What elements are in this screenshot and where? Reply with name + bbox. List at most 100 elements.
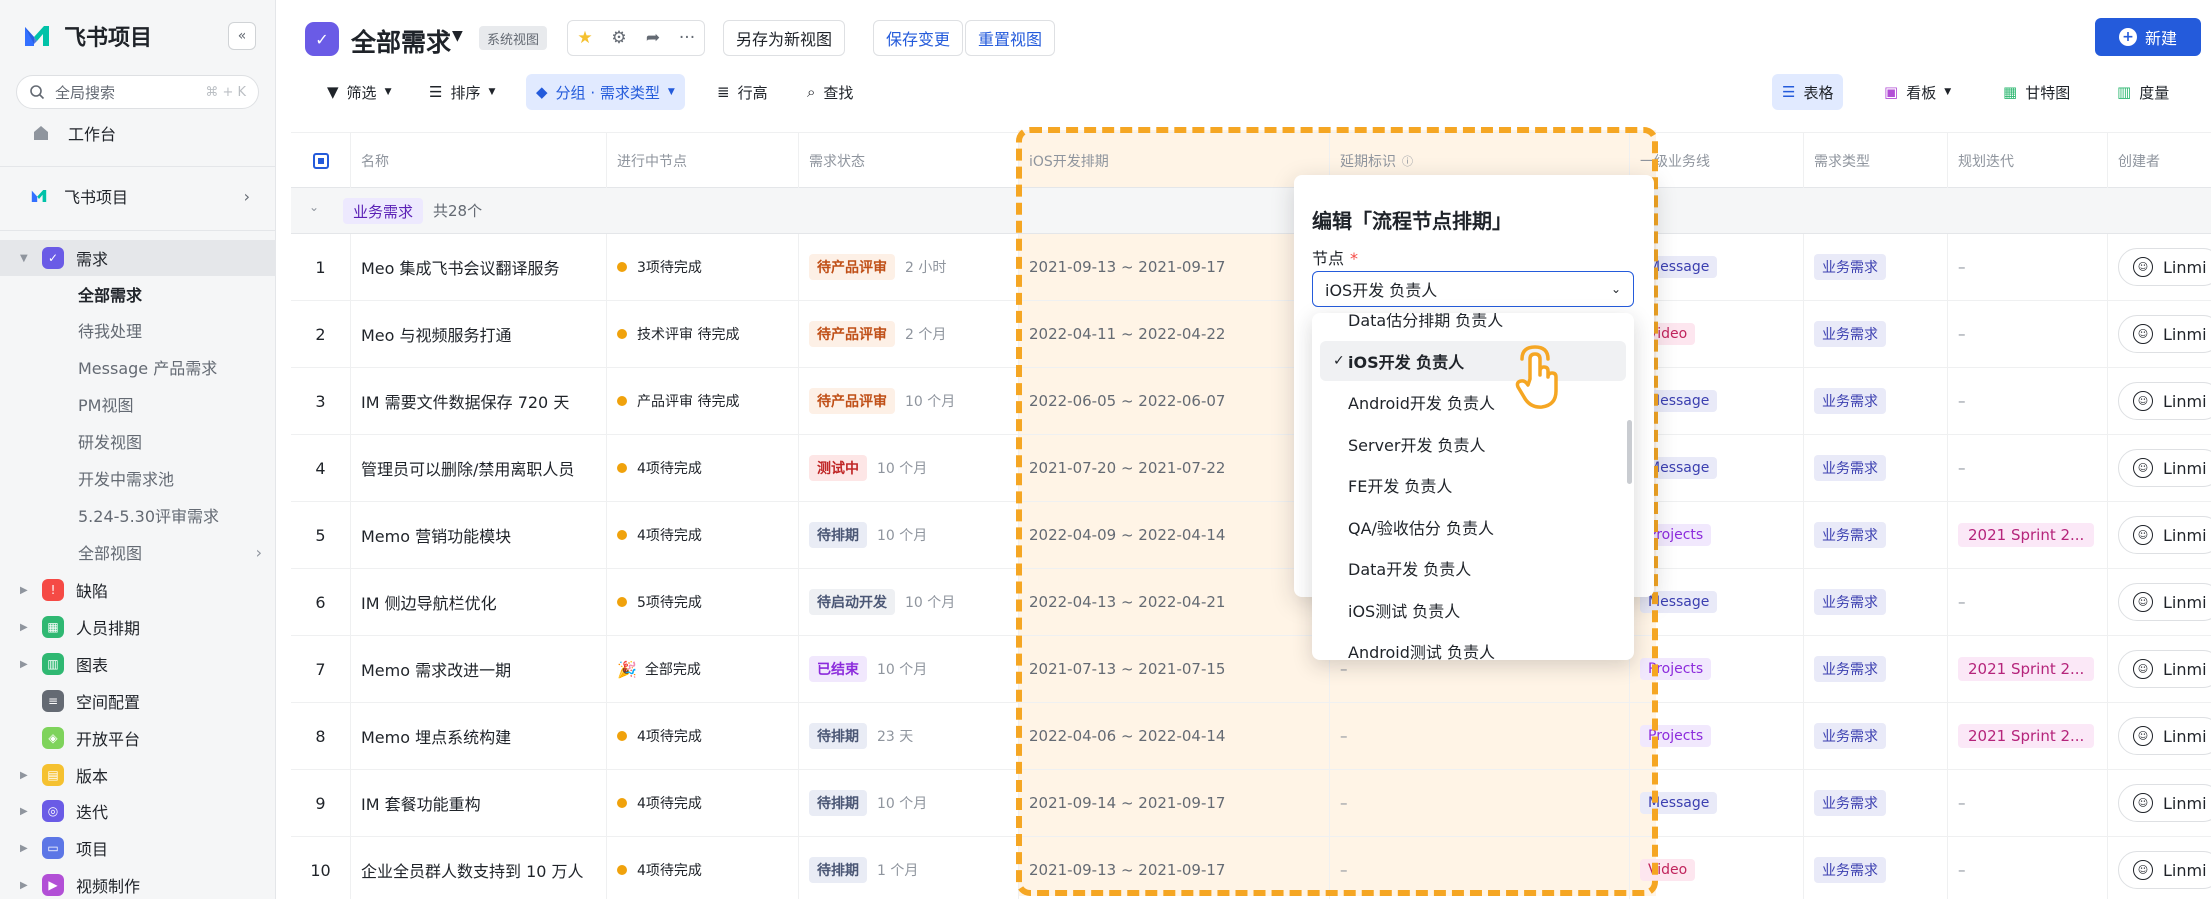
requirement-name[interactable]: Meo 集成飞书会议翻译服务 (361, 255, 560, 279)
creator-chip[interactable]: ☺ Linmi (2118, 583, 2211, 621)
requirement-name[interactable]: IM 侧边导航栏优化 (361, 590, 497, 614)
filter-button[interactable]: ▼ 筛选 ▼ (317, 74, 401, 110)
table-cell[interactable]: 2022-04-09 ~ 2022-04-14 (1019, 502, 1330, 568)
col-header-name[interactable]: 名称 (351, 133, 607, 189)
new-button[interactable]: + 新建 (2095, 18, 2201, 56)
requirement-name[interactable]: Memo 需求改进一期 (361, 657, 511, 681)
view-board-tab[interactable]: ▣ 看板 ▼ (1874, 74, 1961, 110)
sidebar-subitem-my-todo[interactable]: 待我处理 (78, 312, 142, 348)
dropdown-option[interactable]: Server开发 负责人 (1312, 424, 1634, 464)
table-cell[interactable]: 2021-07-13 ~ 2021-07-15 (1019, 636, 1330, 702)
requirement-name[interactable]: Memo 营销功能模块 (361, 523, 511, 547)
sidebar-subitem-message[interactable]: Message 产品需求 (78, 349, 217, 385)
ios-schedule[interactable]: 2022-04-13 ~ 2022-04-21 (1029, 593, 1225, 611)
ios-schedule[interactable]: 2021-07-20 ~ 2021-07-22 (1029, 459, 1225, 477)
requirement-name[interactable]: IM 套餐功能重构 (361, 791, 481, 815)
requirement-name[interactable]: IM 需要文件数据保存 720 天 (361, 389, 569, 413)
ios-schedule[interactable]: 2022-06-05 ~ 2022-06-07 (1029, 392, 1225, 410)
sidebar-item-space-config[interactable]: ≡ 空间配置 (0, 683, 276, 719)
sidebar-item-project-switcher[interactable]: 飞书项目 › (0, 178, 276, 214)
sidebar-item-workspace[interactable]: 工作台 (0, 115, 276, 151)
table-cell[interactable]: 2021-09-13 ~ 2021-09-17 (1019, 837, 1330, 899)
creator-chip[interactable]: ☺ Linmi (2118, 784, 2211, 822)
ios-schedule[interactable]: 2022-04-11 ~ 2022-04-22 (1029, 325, 1225, 343)
col-header-creator[interactable]: 创建者 (2108, 133, 2211, 189)
node-select[interactable]: iOS开发 负责人 ⌄ (1312, 271, 1634, 307)
sidebar-item-open-platform[interactable]: ◈ 开放平台 (0, 720, 276, 756)
creator-chip[interactable]: ☺ Linmi (2118, 449, 2211, 487)
dropdown-option[interactable]: Android开发 负责人 (1312, 382, 1634, 422)
creator-chip[interactable]: ☺ Linmi (2118, 248, 2211, 286)
chevron-down-icon[interactable]: ⌄ (309, 200, 319, 214)
group-row[interactable]: ⌄ 业务需求 共28个 (291, 188, 2211, 234)
sidebar-subitem-all-requirements[interactable]: 全部需求 (78, 276, 142, 312)
col-header-ios[interactable]: iOS开发排期 (1019, 133, 1330, 189)
sidebar-item-versions[interactable]: ▶ ▤ 版本 (0, 757, 276, 793)
creator-chip[interactable]: ☺ Linmi (2118, 315, 2211, 353)
ios-schedule[interactable]: 2021-09-13 ~ 2021-09-17 (1029, 861, 1225, 879)
col-header-sprint[interactable]: 规划迭代 (1948, 133, 2108, 189)
ios-schedule[interactable]: 2021-09-13 ~ 2021-09-17 (1029, 258, 1225, 276)
table-row[interactable]: 9 IM 套餐功能重构 4项待完成 待排期 10 个月 2021-09-14 ~ 2021… (291, 770, 2211, 837)
creator-chip[interactable]: ☺ Linmi (2118, 851, 2211, 889)
table-row[interactable]: 6 IM 侧边导航栏优化 5项待完成 待启动开发 10 个月 2022-04-13 ~ 2… (291, 569, 2211, 636)
sidebar-item-charts[interactable]: ▶ ▥ 图表 (0, 646, 276, 682)
view-gantt-tab[interactable]: ▦ 甘特图 (1993, 74, 2080, 110)
dropdown-option[interactable]: FE开发 负责人 (1312, 465, 1634, 505)
col-header-node[interactable]: 进行中节点 (607, 133, 799, 189)
global-search-input[interactable]: 全局搜索 ⌘ + K (16, 75, 259, 109)
requirement-name[interactable]: Meo 与视频服务打通 (361, 322, 512, 346)
table-cell[interactable]: 2021-07-20 ~ 2021-07-22 (1019, 435, 1330, 501)
sidebar-subitem-pm-view[interactable]: PM视图 (78, 386, 133, 422)
row-height-button[interactable]: ≣ 行高 (707, 74, 778, 110)
dropdown-option[interactable]: Data估分排期 负责人 (1312, 313, 1634, 339)
save-as-new-view-button[interactable]: 另存为新视图 (723, 20, 846, 56)
col-header-status[interactable]: 需求状态 (799, 133, 1019, 189)
select-all-checkbox[interactable] (291, 133, 351, 189)
star-icon[interactable]: ★ (568, 28, 602, 48)
requirement-name[interactable]: 企业全员群人数支持到 10 万人 (361, 858, 584, 882)
table-cell[interactable]: 2021-09-14 ~ 2021-09-17 (1019, 770, 1330, 836)
table-row[interactable]: 5 Memo 营销功能模块 4项待完成 待排期 10 个月 2022-04-09 ~ 20… (291, 502, 2211, 569)
ios-schedule[interactable]: 2022-04-06 ~ 2022-04-14 (1029, 727, 1225, 745)
sort-button[interactable]: ☰ 排序 ▼ (419, 74, 505, 110)
dropdown-option[interactable]: ✓ iOS开发 负责人 (1320, 340, 1626, 381)
sidebar-subitem-review[interactable]: 5.24-5.30评审需求 (78, 497, 219, 533)
sidebar-subitem-dev-view[interactable]: 研发视图 (78, 423, 142, 459)
save-changes-button[interactable]: 保存变更 (873, 20, 964, 56)
table-row[interactable]: 10 企业全员群人数支持到 10 万人 4项待完成 待排期 1 个月 2021-09-13… (291, 837, 2211, 899)
dropdown-option[interactable]: iOS测试 负责人 (1312, 590, 1634, 630)
ios-schedule[interactable]: 2021-09-14 ~ 2021-09-17 (1029, 794, 1225, 812)
dropdown-option[interactable]: Android测试 负责人 (1312, 631, 1634, 660)
table-row[interactable]: 1 Meo 集成飞书会议翻译服务 3项待完成 待产品评审 2 小时 2021-09-13 … (291, 234, 2211, 301)
dropdown-option[interactable]: QA/验收估分 负责人 (1312, 507, 1634, 547)
sidebar-item-staffing[interactable]: ▶ ▦ 人员排期 (0, 609, 276, 645)
view-table-tab[interactable]: ☰ 表格 (1772, 74, 1844, 110)
caret-down-icon[interactable]: ▼ (452, 28, 463, 44)
more-icon[interactable]: ··· (670, 28, 704, 48)
brand[interactable]: 飞书项目 (22, 18, 152, 54)
table-row[interactable]: 3 IM 需要文件数据保存 720 天 产品评审 待完成 待产品评审 10 个月 2022… (291, 368, 2211, 435)
sidebar-subitem-all-views[interactable]: 全部视图 › (78, 534, 262, 570)
ios-schedule[interactable]: 2021-07-13 ~ 2021-07-15 (1029, 660, 1225, 678)
dropdown-option[interactable]: Data开发 负责人 (1312, 548, 1634, 588)
creator-chip[interactable]: ☺ Linmi (2118, 516, 2211, 554)
ios-schedule[interactable]: 2022-04-09 ~ 2022-04-14 (1029, 526, 1225, 544)
sidebar-subitem-dev-pool[interactable]: 开发中需求池 (78, 460, 174, 496)
table-row[interactable]: 4 管理员可以删除/禁用离职人员 4项待完成 测试中 10 个月 2021-07-20 ~… (291, 435, 2211, 502)
creator-chip[interactable]: ☺ Linmi (2118, 650, 2211, 688)
col-header-biz[interactable]: 一级业务线 (1630, 133, 1804, 189)
view-metric-tab[interactable]: ▥ 度量 (2107, 74, 2179, 110)
sidebar-item-projects[interactable]: ▶ ▭ 项目 (0, 830, 276, 866)
requirement-name[interactable]: Memo 埋点系统构建 (361, 724, 511, 748)
sidebar-item-sprints[interactable]: ▶ ◎ 迭代 (0, 793, 276, 829)
find-button[interactable]: ⌕ 查找 (797, 74, 863, 110)
group-button[interactable]: ◆ 分组 · 需求类型 ▼ (526, 74, 685, 110)
table-row[interactable]: 7 Memo 需求改进一期 🎉 全部完成 已结束 10 个月 2021-07-13 ~ 20… (291, 636, 2211, 703)
sidebar-item-video[interactable]: ▶ ▶ 视频制作 (0, 867, 276, 899)
table-cell[interactable]: 2021-09-13 ~ 2021-09-17 (1019, 234, 1330, 300)
table-cell[interactable]: 2022-04-06 ~ 2022-04-14 (1019, 703, 1330, 769)
table-cell[interactable]: 2022-06-05 ~ 2022-06-07 (1019, 368, 1330, 434)
table-row[interactable]: 8 Memo 埋点系统构建 4项待完成 待排期 23 天 2022-04-06 ~ 202… (291, 703, 2211, 770)
share-icon[interactable]: ➦ (636, 28, 670, 48)
